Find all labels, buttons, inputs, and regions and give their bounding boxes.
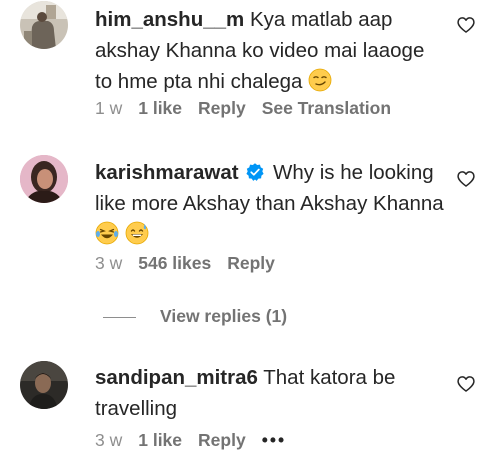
view-replies-button[interactable]: View replies (1) xyxy=(103,306,287,328)
avatar-image xyxy=(20,1,68,49)
comment-meta: 3 w 546 likes Reply xyxy=(95,252,291,274)
comment-body: him_anshu__m Kya matlab aap akshay Khann… xyxy=(95,4,445,97)
heart-outline-icon[interactable] xyxy=(456,374,476,394)
reply-button[interactable]: Reply xyxy=(227,252,275,274)
comment-meta: 3 w 1 like Reply ••• xyxy=(95,429,302,451)
view-replies-label: View replies (1) xyxy=(160,306,288,326)
avatar-image xyxy=(20,155,68,203)
comment-meta: 1 w 1 like Reply See Translation xyxy=(95,97,407,119)
comment-body: sandipan_mitra6 That katora be travellin… xyxy=(95,362,445,424)
heart-outline-icon[interactable] xyxy=(456,169,476,189)
replies-divider-line xyxy=(103,316,136,318)
more-options-icon[interactable]: ••• xyxy=(262,429,286,451)
comment-username[interactable]: karishmarawat xyxy=(95,161,239,184)
user-avatar[interactable] xyxy=(20,155,68,203)
comment-time: 1 w xyxy=(95,98,123,118)
comment-username[interactable]: sandipan_mitra6 xyxy=(95,366,258,389)
see-translation-button[interactable]: See Translation xyxy=(262,97,391,119)
heart-outline-icon[interactable] xyxy=(456,15,476,35)
comment-body: karishmarawat Why is he looking like mor… xyxy=(95,157,445,250)
comment-time: 3 w xyxy=(95,253,123,273)
grinning-sweat-emoji-icon xyxy=(125,221,149,245)
verified-badge-icon xyxy=(246,163,264,181)
likes-count[interactable]: 1 like xyxy=(138,429,182,451)
likes-count[interactable]: 546 likes xyxy=(138,252,211,274)
likes-count[interactable]: 1 like xyxy=(138,97,182,119)
smirk-emoji-icon xyxy=(308,68,332,92)
user-avatar[interactable] xyxy=(20,1,68,49)
laughing-crying-emoji-icon xyxy=(95,221,119,245)
comment-username[interactable]: him_anshu__m xyxy=(95,8,244,31)
comment-time: 3 w xyxy=(95,430,123,450)
avatar-image xyxy=(20,361,68,409)
reply-button[interactable]: Reply xyxy=(198,97,246,119)
user-avatar[interactable] xyxy=(20,361,68,409)
reply-button[interactable]: Reply xyxy=(198,429,246,451)
